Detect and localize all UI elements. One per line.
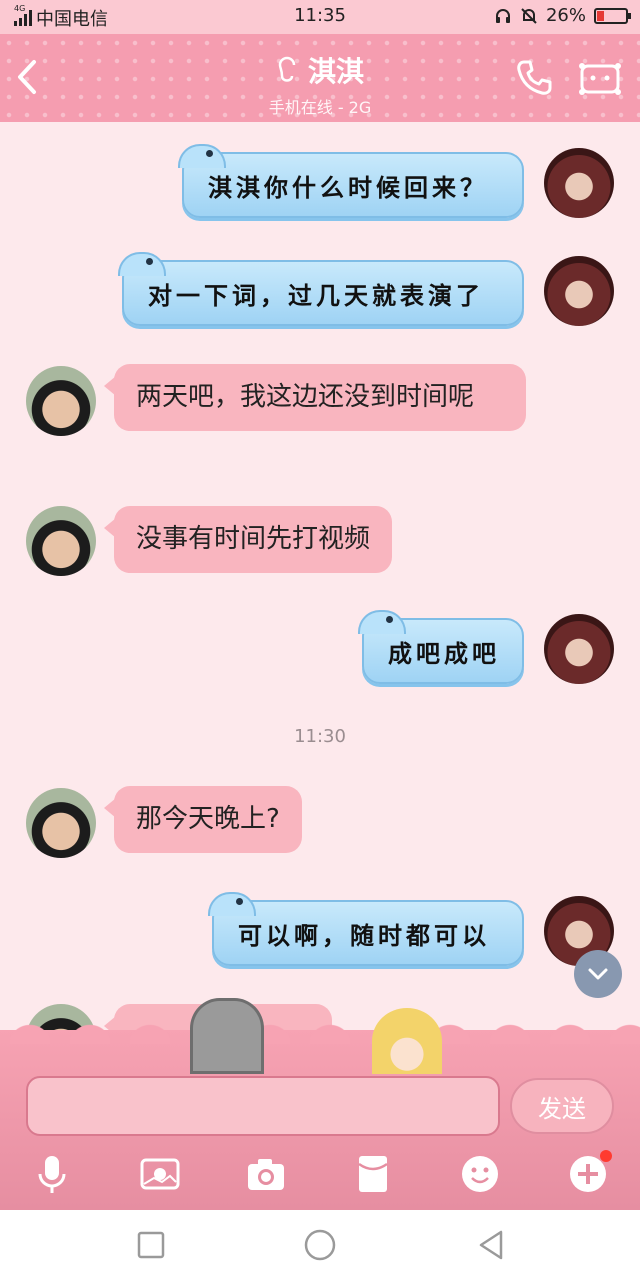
recent-apps-icon[interactable] — [134, 1228, 168, 1262]
photo-icon[interactable] — [138, 1152, 182, 1196]
my-avatar[interactable] — [544, 614, 614, 684]
message-text: 对一下词，过几天就表演了 — [148, 280, 484, 310]
my-avatar[interactable] — [544, 256, 614, 326]
mute-bell-icon — [521, 7, 537, 24]
message-timestamp: 11:30 — [294, 726, 346, 747]
chat-header: 淇淇 手机在线 - 2G — [0, 34, 640, 122]
phone-icon[interactable] — [512, 56, 556, 100]
battery-icon — [594, 7, 631, 24]
home-icon[interactable] — [303, 1228, 337, 1262]
mic-icon[interactable] — [30, 1152, 74, 1196]
message-bubble-sent[interactable]: 淇淇你什么时候回来？ — [178, 144, 524, 218]
contact-name: 淇淇 — [307, 55, 364, 88]
cartoon-character-elf — [372, 1008, 442, 1074]
chat-area[interactable]: 淇淇你什么时候回来？ 对一下词，过几天就表演了 两天吧，我这边还没到时间呢 没事… — [0, 122, 640, 1030]
back-icon[interactable] — [474, 1228, 508, 1262]
send-button[interactable]: 发送 — [510, 1078, 614, 1134]
message-text: 两天吧，我这边还没到时间呢 — [136, 382, 475, 412]
chevron-down-icon — [588, 968, 608, 980]
message-text: 那今天晚上? — [136, 804, 280, 834]
message-input[interactable] — [26, 1076, 500, 1136]
cartoon-character-gray — [190, 998, 264, 1074]
my-avatar[interactable] — [544, 148, 614, 218]
red-packet-icon[interactable] — [351, 1152, 395, 1196]
message-bubble-received[interactable]: 两天吧，我这边还没到时间呢 — [104, 364, 526, 432]
message-bubble-sent[interactable]: 成吧成吧 — [358, 610, 524, 684]
status-right: 26% — [494, 5, 631, 26]
message-bubble-received[interactable]: 没事有时间先打视频 — [103, 506, 393, 574]
message-text: 成吧成吧 — [388, 638, 500, 668]
input-toolbar — [0, 1148, 640, 1202]
emoji-icon[interactable] — [458, 1152, 502, 1196]
notification-dot — [600, 1150, 612, 1162]
status-bar: 4G 中国电信 11:35 26% — [0, 0, 640, 34]
contact-menu-icon[interactable] — [578, 56, 622, 100]
message-text: 可以啊，随时都可以 — [238, 920, 490, 950]
system-nav-bar — [0, 1210, 640, 1280]
contact-avatar[interactable] — [26, 788, 96, 858]
more-tools-button[interactable] — [566, 1150, 612, 1196]
message-bubble-sent[interactable]: 对一下词，过几天就表演了 — [118, 252, 524, 326]
message-bubble-received[interactable]: 那今天晚上? — [104, 786, 302, 854]
composer-panel: 发送 — [0, 998, 640, 1210]
contact-avatar[interactable] — [26, 366, 96, 436]
headphones-icon — [495, 8, 510, 23]
scroll-to-bottom-button[interactable] — [574, 950, 622, 998]
camera-icon[interactable] — [244, 1152, 288, 1196]
message-text: 没事有时间先打视频 — [136, 524, 371, 554]
ear-icon — [278, 56, 296, 82]
contact-avatar[interactable] — [26, 506, 96, 576]
message-bubble-sent[interactable]: 可以啊，随时都可以 — [208, 892, 524, 966]
battery-percent: 26% — [545, 5, 586, 26]
message-text: 淇淇你什么时候回来？ — [208, 172, 488, 202]
